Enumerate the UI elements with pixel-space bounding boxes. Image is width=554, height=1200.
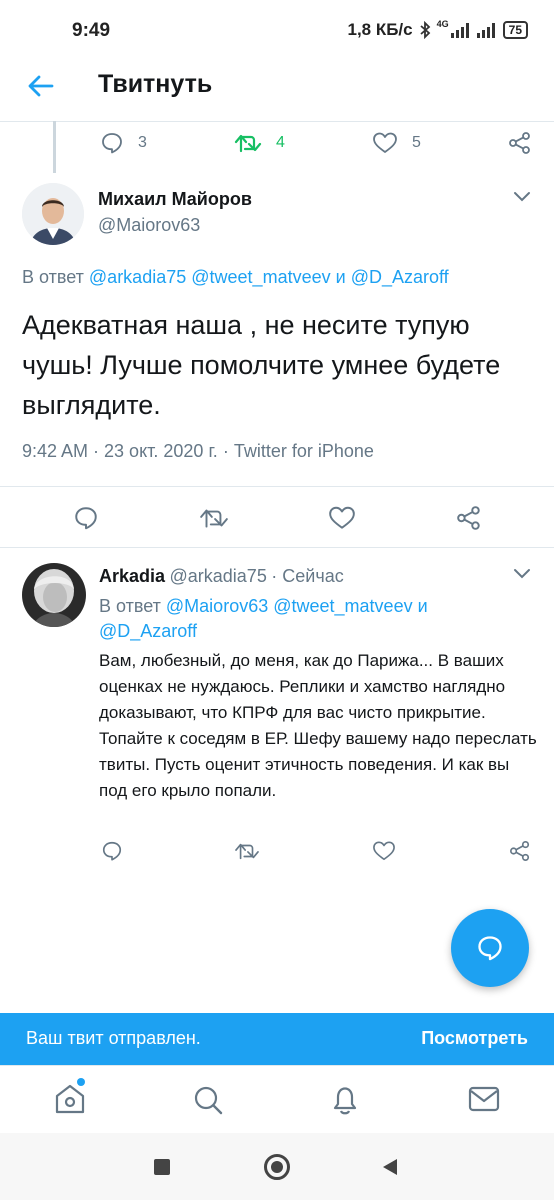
back-arrow-icon xyxy=(28,75,54,97)
tab-messages[interactable] xyxy=(468,1085,500,1113)
mention-link[interactable]: @D_Azaroff xyxy=(351,267,449,287)
reply-icon xyxy=(75,507,97,530)
share-icon xyxy=(457,506,480,530)
system-nav-bar xyxy=(0,1133,554,1200)
tab-search[interactable] xyxy=(192,1084,224,1116)
share-button[interactable] xyxy=(509,840,531,862)
page-title: Твитнуть xyxy=(98,70,213,98)
net-speed: 1,8 КБ/с xyxy=(347,20,413,39)
chevron-down-icon xyxy=(514,569,530,579)
prev-like-button[interactable]: 5 xyxy=(372,131,421,155)
network-label: 4G xyxy=(436,19,449,29)
thread-line xyxy=(53,121,56,173)
reply-bubble-icon xyxy=(478,936,502,961)
divider xyxy=(0,486,554,487)
tweet-meta: 9:42 AM · 23 окт. 2020 г. · Twitter for … xyxy=(22,441,374,462)
sent-toast: Ваш твит отправлен. Посмотреть xyxy=(0,1013,554,1065)
mail-icon xyxy=(468,1086,500,1112)
tab-notifications[interactable] xyxy=(330,1083,360,1117)
avatar[interactable] xyxy=(22,563,86,627)
tab-home[interactable] xyxy=(53,1078,87,1116)
reply-prefix: В ответ xyxy=(22,267,84,287)
tweet-menu-button[interactable] xyxy=(512,566,532,580)
toast-view-button[interactable]: Посмотреть xyxy=(421,1028,528,1049)
mention-link[interactable]: @D_Azaroff xyxy=(99,621,197,641)
back-button[interactable] xyxy=(26,72,56,100)
bottom-tab-bar xyxy=(0,1065,554,1133)
nav-home-button[interactable] xyxy=(264,1154,290,1180)
bluetooth-icon xyxy=(419,21,431,39)
reply-icon xyxy=(102,133,122,154)
reply-prefix: В ответ xyxy=(99,596,161,616)
search-icon xyxy=(194,1086,223,1115)
reply-icon xyxy=(102,841,122,861)
author-name[interactable]: Михаил Майоров xyxy=(98,189,252,210)
retweet-count: 4 xyxy=(276,134,285,151)
home-icon xyxy=(55,1084,85,1114)
tweet-time: · Сейчас xyxy=(271,566,344,586)
home-dot-icon xyxy=(271,1161,283,1173)
chevron-down-icon xyxy=(514,192,530,202)
nav-recents-button[interactable] xyxy=(154,1159,170,1175)
toast-message: Ваш твит отправлен. xyxy=(26,1028,201,1048)
retweet-icon xyxy=(200,509,228,528)
like-count: 5 xyxy=(412,134,421,151)
tweet-timestamp: 9:42 AM · 23 окт. 2020 г. · xyxy=(22,441,234,461)
battery-icon: 75 xyxy=(502,21,528,39)
reply-author-line: Arkadia @arkadia75 · Сейчас xyxy=(99,566,344,587)
mention-link[interactable]: @tweet_matveev xyxy=(191,267,330,287)
bell-icon xyxy=(333,1087,357,1115)
reply-button[interactable] xyxy=(101,840,123,862)
reply-to-line: В ответ @arkadia75 @tweet_matveev и @D_A… xyxy=(22,267,449,288)
retweet-icon xyxy=(234,134,262,153)
notification-dot-icon xyxy=(77,1078,85,1086)
heart-icon xyxy=(373,841,395,861)
mention-link[interactable]: @tweet_matveev xyxy=(273,596,412,616)
author-handle: @Maiorov63 xyxy=(98,215,201,235)
mention-and: и xyxy=(335,267,346,287)
tweet-text: Адекватная наша , не несите тупую чушь! … xyxy=(22,310,501,420)
compose-reply-fab[interactable] xyxy=(451,909,529,987)
prev-reply-button[interactable]: 3 xyxy=(100,131,147,155)
share-icon xyxy=(510,841,530,861)
mention-link[interactable]: @Maiorov63 xyxy=(166,596,268,616)
mention-and: и xyxy=(417,596,428,616)
heart-icon xyxy=(329,506,355,529)
author-handle: @arkadia75 xyxy=(169,566,267,586)
mention-link[interactable]: @arkadia75 xyxy=(89,267,186,287)
prev-share-button[interactable] xyxy=(508,131,532,155)
divider xyxy=(0,547,554,548)
avatar[interactable] xyxy=(22,183,84,245)
status-time: 9:49 xyxy=(72,20,111,41)
status-indicators: 1,8 КБ/с 4G 75 xyxy=(347,20,528,40)
retweet-button[interactable] xyxy=(234,840,260,862)
retweet-button[interactable] xyxy=(199,505,229,531)
reply-button[interactable] xyxy=(73,505,99,531)
tweet-menu-button[interactable] xyxy=(512,189,532,203)
like-button[interactable] xyxy=(372,840,396,862)
signal-icon-2 xyxy=(476,22,497,38)
reply-count: 3 xyxy=(138,134,147,151)
retweet-icon xyxy=(235,843,259,860)
tweet-text: Вам, любезный, до меня, как до Парижа...… xyxy=(99,651,537,800)
share-button[interactable] xyxy=(456,505,482,531)
tweet-source[interactable]: Twitter for iPhone xyxy=(234,441,374,461)
signal-icon xyxy=(450,22,471,38)
author-name[interactable]: Arkadia xyxy=(99,566,165,586)
reply-to-line: В ответ @Maiorov63 @tweet_matveev и @D_A… xyxy=(99,594,529,644)
back-triangle-icon xyxy=(383,1159,397,1175)
prev-retweet-button[interactable]: 4 xyxy=(234,131,285,155)
nav-back-button[interactable] xyxy=(380,1157,400,1177)
header-divider xyxy=(0,121,554,122)
share-icon xyxy=(509,132,530,154)
heart-icon xyxy=(373,132,397,153)
like-button[interactable] xyxy=(328,505,356,531)
